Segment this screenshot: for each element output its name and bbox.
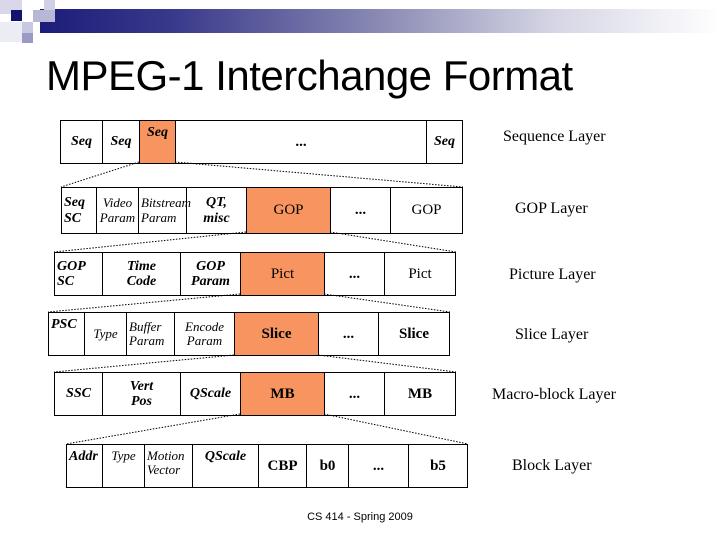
seq-cell-highlighted: Seq [139, 121, 175, 163]
ellipsis-cell: ... [318, 313, 378, 355]
gop-cell: GOP [390, 188, 463, 233]
connector-line [47, 293, 241, 313]
psc-cell: PSC [48, 313, 84, 355]
connector-line [53, 231, 247, 253]
cbp-cell: CBP [258, 445, 306, 487]
connector-line [317, 354, 457, 373]
layer-label-slice: Slice Layer [515, 326, 589, 343]
ellipsis-cell: ... [330, 188, 390, 233]
ellipsis-cell: ... [348, 445, 408, 487]
layer-label-macroblock: Macro-block Layer [492, 386, 616, 403]
connector-line [65, 413, 241, 445]
macroblock-layer-row: SSC Vert Pos QScale MB ... MB [54, 372, 456, 416]
qt-misc-cell: QT, misc [186, 188, 246, 233]
picture-layer-row: GOP SC Time Code GOP Param Pict ... Pict [54, 252, 456, 296]
buffer-param-cell: Buffer Param [126, 313, 174, 355]
ellipsis-cell: ... [175, 121, 426, 163]
seq-cell: Seq [426, 121, 463, 163]
pict-cell-highlighted: Pict [240, 253, 324, 295]
connector-line [323, 413, 469, 445]
qscale-cell: QScale [180, 373, 240, 415]
b0-cell: b0 [306, 445, 348, 487]
layer-label-picture: Picture Layer [509, 266, 596, 283]
connector-line [53, 354, 235, 373]
ellipsis-cell: ... [324, 253, 384, 295]
slice-layer-row: PSC Type Buffer Param Encode Param Slice… [48, 312, 450, 356]
block-layer-row: Addr Type Motion Vector QScale CBP b0 ..… [66, 444, 468, 488]
connector-line [60, 161, 140, 188]
ssc-cell: SSC [54, 373, 102, 415]
layer-label-gop: GOP Layer [515, 200, 588, 217]
slice-cell-highlighted: Slice [234, 313, 318, 355]
vert-pos-cell: Vert Pos [102, 373, 180, 415]
time-code-cell: Time Code [102, 253, 180, 295]
video-param-cell: Video Param [96, 188, 138, 233]
type-cell: Type [102, 445, 144, 487]
motion-vector-cell: Motion Vector [144, 445, 192, 487]
connector-line [323, 293, 451, 313]
gop-param-cell: GOP Param [180, 253, 240, 295]
qscale-cell: QScale [192, 445, 258, 487]
gop-sc-cell: GOP SC [54, 253, 102, 295]
gop-cell-highlighted: GOP [246, 188, 330, 233]
pict-cell: Pict [384, 253, 456, 295]
addr-cell: Addr [66, 445, 102, 487]
mb-cell-highlighted: MB [240, 373, 324, 415]
seq-sc-cell: Seq SC [61, 188, 96, 233]
bitstream-param-cell: Bitstream Param [138, 188, 191, 233]
ellipsis-cell: ... [324, 373, 384, 415]
connector-line [329, 231, 457, 253]
sequence-layer-row: Seq Seq Seq ... Seq [60, 120, 463, 164]
type-cell: Type [84, 313, 126, 355]
b5-cell: b5 [408, 445, 468, 487]
layer-label-block: Block Layer [512, 457, 592, 474]
mb-cell: MB [384, 373, 456, 415]
seq-cell: Seq [102, 121, 139, 163]
seq-cell: Seq [60, 121, 102, 163]
gop-layer-row: Seq SC Video Param Bitstream Param QT, m… [61, 187, 463, 234]
slice-cell: Slice [378, 313, 450, 355]
connector-line [174, 161, 464, 188]
encode-param-cell: Encode Param [174, 313, 234, 355]
slide-footer: CS 414 - Spring 2009 [307, 511, 413, 523]
layer-label-sequence: Sequence Layer [503, 128, 606, 145]
